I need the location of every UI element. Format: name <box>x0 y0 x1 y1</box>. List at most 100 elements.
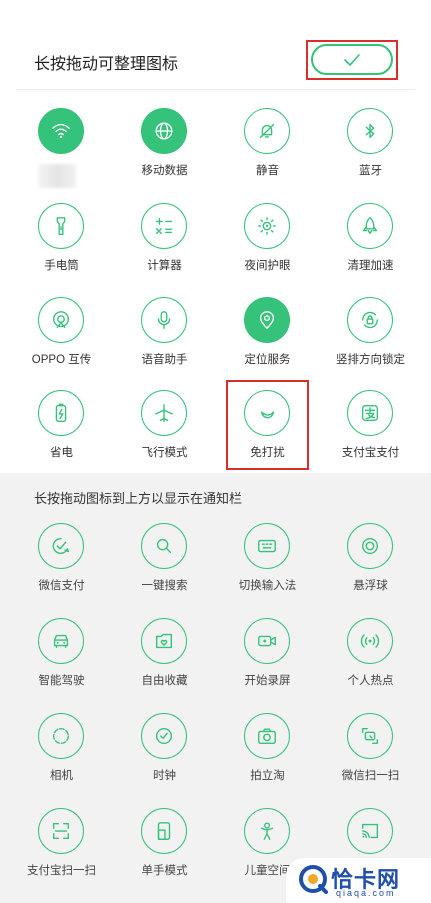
available-tile-kids-space-button[interactable] <box>244 808 290 854</box>
quick-tile-moon[interactable]: 免打扰 <box>216 390 319 480</box>
quick-tile-rotation-lock-button[interactable] <box>347 297 393 343</box>
available-tile-photo-camera-button[interactable] <box>244 713 290 759</box>
eye-protect-icon <box>258 217 276 235</box>
available-tile-photo-camera[interactable]: 拍立淘 <box>216 713 319 803</box>
available-tile-keyboard-label: 切换输入法 <box>238 580 297 592</box>
cast-screen-icon <box>361 823 379 839</box>
watermark-logo-icon <box>299 865 328 894</box>
quick-tile-calculator[interactable]: 计算器 <box>113 203 216 293</box>
available-tile-keyboard[interactable]: 切换输入法 <box>216 523 319 613</box>
quick-tile-airplane[interactable]: 飞行模式 <box>113 390 216 480</box>
quick-tile-bluetooth-button[interactable] <box>347 108 393 154</box>
quick-tile-globe-button[interactable] <box>141 108 187 154</box>
quick-tile-alipay-button[interactable] <box>347 390 393 436</box>
available-tile-camera-ring-button[interactable] <box>38 713 84 759</box>
available-tile-camera-ring[interactable]: 相机 <box>10 713 113 803</box>
available-tile-wechat-scan[interactable]: 微信扫一扫 <box>319 713 422 803</box>
available-tile-cast-screen-button[interactable] <box>347 808 393 854</box>
available-tile-favorites-label: 自由收藏 <box>141 675 188 687</box>
quick-tile-battery-button[interactable] <box>38 390 84 436</box>
available-tile-wechat-pay-button[interactable] <box>38 523 84 569</box>
available-tile-hotspot-button[interactable] <box>347 618 393 664</box>
available-tile-one-hand[interactable]: 单手模式 <box>113 808 216 898</box>
quick-tile-rotation-lock[interactable]: 竖排方向锁定 <box>319 297 422 387</box>
available-tile-car[interactable]: 智能驾驶 <box>10 618 113 708</box>
quick-tile-globe-label: 移动数据 <box>141 165 188 177</box>
available-tile-car-label: 智能驾驶 <box>38 675 85 687</box>
check-icon <box>344 53 360 66</box>
microphone-icon <box>157 311 171 329</box>
quick-tile-eye-protect-button[interactable] <box>244 203 290 249</box>
bell-mute-icon <box>259 123 275 139</box>
alipay-scan-icon <box>52 822 70 840</box>
available-tile-one-hand-button[interactable] <box>141 808 187 854</box>
available-tile-hotspot-label: 个人热点 <box>347 675 394 687</box>
available-tile-floating-ball-button[interactable] <box>347 523 393 569</box>
available-tile-clock[interactable]: 时钟 <box>113 713 216 803</box>
available-tile-favorites-button[interactable] <box>141 618 187 664</box>
quick-tile-microphone-button[interactable] <box>141 297 187 343</box>
available-tile-wechat-scan-label: 微信扫一扫 <box>341 770 400 782</box>
quick-tile-airplane-button[interactable] <box>141 390 187 436</box>
watermark: 恰卡网 qiaqa.com <box>286 858 431 903</box>
available-tile-floating-ball[interactable]: 悬浮球 <box>319 523 422 613</box>
available-tile-car-button[interactable] <box>38 618 84 664</box>
quick-tile-bell-mute-button[interactable] <box>244 108 290 154</box>
available-tile-wechat-pay[interactable]: 微信支付 <box>10 523 113 613</box>
globe-icon <box>155 122 173 140</box>
quick-tile-rocket-button[interactable] <box>347 203 393 249</box>
available-tile-screen-record-label: 开始录屏 <box>244 675 291 687</box>
quick-tile-rocket[interactable]: 清理加速 <box>319 203 422 293</box>
quick-tile-alipay[interactable]: 支付宝支付 <box>319 390 422 480</box>
quick-tile-flashlight-button[interactable] <box>38 203 84 249</box>
quick-tile-share[interactable]: OPPO 互传 <box>10 297 113 387</box>
quick-tile-globe[interactable]: 移动数据 <box>113 108 216 198</box>
quick-tile-share-button[interactable] <box>38 297 84 343</box>
quick-tile-bell-mute[interactable]: 静音 <box>216 108 319 198</box>
available-tile-search[interactable]: 一键搜索 <box>113 523 216 613</box>
quick-tile-calculator-button[interactable] <box>141 203 187 249</box>
quick-tile-microphone[interactable]: 语音助手 <box>113 297 216 387</box>
available-tile-photo-camera-label: 拍立淘 <box>250 770 285 782</box>
quick-tile-eye-protect[interactable]: 夜间护眼 <box>216 203 319 293</box>
quick-tile-moon-button[interactable] <box>244 390 290 436</box>
quick-tile-location-button[interactable] <box>244 297 290 343</box>
available-tile-alipay-scan-button[interactable] <box>38 808 84 854</box>
floating-ball-icon <box>361 537 379 555</box>
available-tile-alipay-scan[interactable]: 支付宝扫一扫 <box>10 808 113 898</box>
rotation-lock-icon <box>361 311 379 329</box>
available-tile-keyboard-button[interactable] <box>244 523 290 569</box>
airplane-icon <box>155 404 173 422</box>
quick-tile-battery[interactable]: 省电 <box>10 390 113 480</box>
quick-tile-airplane-label: 飞行模式 <box>141 447 188 459</box>
divider <box>16 89 415 90</box>
one-hand-icon <box>157 822 171 840</box>
quick-tile-calculator-label: 计算器 <box>147 260 182 272</box>
available-tile-search-button[interactable] <box>141 523 187 569</box>
available-tile-favorites[interactable]: 自由收藏 <box>113 618 216 708</box>
quick-tile-flashlight-label: 手电筒 <box>44 260 79 272</box>
available-tile-screen-record[interactable]: 开始录屏 <box>216 618 319 708</box>
done-button[interactable] <box>311 44 393 75</box>
car-icon <box>53 634 69 649</box>
favorites-icon <box>155 633 173 649</box>
quick-tile-location[interactable]: 定位服务 <box>216 297 319 387</box>
quick-tile-wifi-button[interactable] <box>38 108 84 154</box>
quick-tile-bluetooth-label: 蓝牙 <box>359 165 382 177</box>
quick-tile-bluetooth[interactable]: 蓝牙 <box>319 108 422 198</box>
quick-tile-rotation-lock-label: 竖排方向锁定 <box>336 354 405 366</box>
quick-tile-flashlight[interactable]: 手电筒 <box>10 203 113 293</box>
page-title: 长按拖动可整理图标 <box>34 56 179 73</box>
inactive-section: 长按拖动图标到上方以显示在通知栏 微信支付 一键搜索 切换输入法 悬浮球智能驾驶 自由收… <box>0 473 431 903</box>
available-tile-screen-record-button[interactable] <box>244 618 290 664</box>
screen-record-icon <box>258 635 276 647</box>
quick-tile-microphone-label: 语音助手 <box>141 354 188 366</box>
available-tile-hotspot[interactable]: 个人热点 <box>319 618 422 708</box>
available-tile-clock-button[interactable] <box>141 713 187 759</box>
available-tile-wechat-scan-button[interactable] <box>347 713 393 759</box>
camera-ring-icon <box>52 727 70 745</box>
inactive-section-title: 长按拖动图标到上方以显示在通知栏 <box>34 491 243 506</box>
quick-tile-location-label: 定位服务 <box>244 354 291 366</box>
quick-tile-alipay-label: 支付宝支付 <box>341 447 400 459</box>
available-tile-one-hand-label: 单手模式 <box>141 865 188 877</box>
